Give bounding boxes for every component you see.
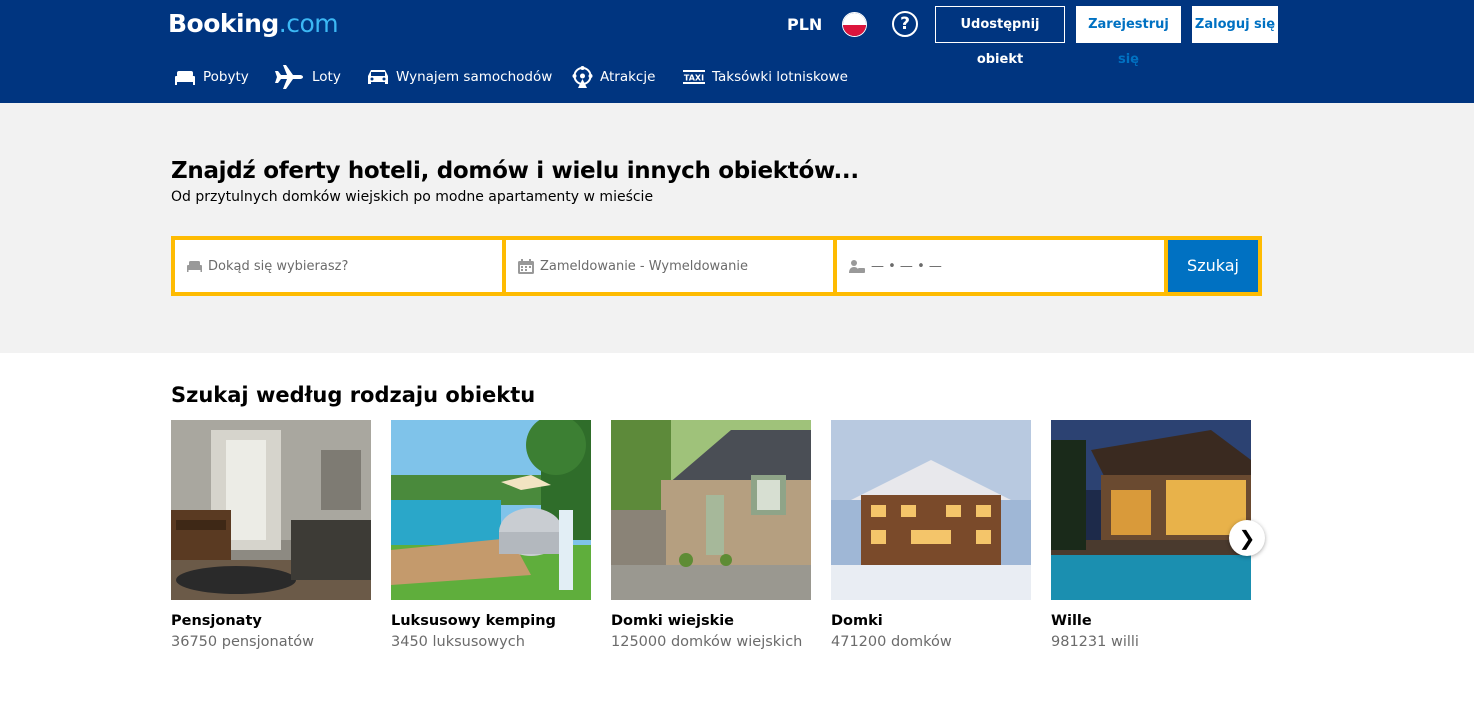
destination-input[interactable]: Dokąd się wybierasz? <box>175 240 502 292</box>
taxi-icon: TAXI <box>683 70 705 84</box>
property-name: Luksusowy kemping <box>391 613 556 629</box>
car-icon <box>368 70 388 84</box>
property-name: Domki <box>831 613 883 629</box>
property-card-glamping[interactable]: Luksusowy kemping 3450 luksusowych <box>391 420 591 652</box>
property-card-cottages[interactable]: Domki wiejskie 125000 domków wiejskich <box>611 420 811 652</box>
search-bar: Dokąd się wybierasz? Zameldowanie - Wyme… <box>171 236 1262 296</box>
property-name: Domki wiejskie <box>611 613 735 629</box>
calendar-icon <box>518 258 534 274</box>
nav-label: Atrakcje <box>600 69 656 85</box>
dates-placeholder: Zameldowanie - Wymeldowanie <box>540 258 748 274</box>
currency-selector[interactable]: PLN <box>787 14 822 36</box>
guests-placeholder: — • — • — <box>871 258 942 274</box>
hero-title: Znajdź oferty hoteli, domów i wielu inny… <box>171 158 859 184</box>
hero-subtitle: Od przytulnych domków wiejskich po modne… <box>171 189 654 205</box>
question-circle-icon[interactable]: ? <box>892 11 918 37</box>
nav-item-stays[interactable]: Pobyty <box>174 64 249 90</box>
property-count: 125000 domków wiejskich <box>611 634 803 650</box>
property-card-chalets[interactable]: Domki 471200 domków <box>831 420 1031 652</box>
nav-label: Loty <box>312 69 341 85</box>
hero-section <box>0 103 1474 353</box>
guests-input[interactable]: — • — • — <box>837 240 1164 292</box>
register-button[interactable]: Zarejestruj się <box>1076 6 1181 67</box>
property-count: 981231 willi <box>1051 634 1139 650</box>
booking-logo[interactable]: Booking.com <box>168 9 339 39</box>
property-name: Pensjonaty <box>171 613 262 629</box>
property-name: Wille <box>1051 613 1092 629</box>
person-icon <box>849 260 865 273</box>
property-image <box>391 420 591 600</box>
attractions-icon <box>572 66 593 88</box>
bed-icon <box>175 71 195 85</box>
plane-icon <box>275 65 303 89</box>
nav-item-flights[interactable]: Loty <box>275 64 341 90</box>
nav-label: Wynajem samochodów <box>396 69 553 85</box>
list-property-button[interactable]: Udostępnij obiekt <box>935 6 1065 67</box>
property-image <box>171 420 371 600</box>
nav-label: Pobyty <box>203 69 249 85</box>
property-count: 3450 luksusowych <box>391 634 525 650</box>
property-image <box>1051 420 1251 600</box>
top-header: Booking.com PLN ? Udostępnij obiekt Zare… <box>0 0 1474 103</box>
property-count: 471200 domków <box>831 634 952 650</box>
property-count: 36750 pensjonatów <box>171 634 314 650</box>
logo-tld: .com <box>278 9 339 38</box>
dates-input[interactable]: Zameldowanie - Wymeldowanie <box>506 240 833 292</box>
destination-placeholder: Dokąd się wybierasz? <box>208 258 349 274</box>
property-card-guesthouses[interactable]: Pensjonaty 36750 pensjonatów <box>171 420 371 652</box>
nav-item-car-rental[interactable]: Wynajem samochodów <box>367 64 552 90</box>
property-image <box>611 420 811 600</box>
search-button[interactable]: Szukaj <box>1168 240 1258 292</box>
carousel-next-arrow-icon[interactable]: ❯ <box>1229 520 1265 556</box>
property-types-title: Szukaj według rodzaju obiektu <box>171 383 536 407</box>
language-flag-icon[interactable] <box>842 12 867 37</box>
nav-item-attractions[interactable]: Atrakcje <box>572 64 655 90</box>
property-image <box>831 420 1031 600</box>
property-card-villas[interactable]: Wille 981231 willi <box>1051 420 1251 652</box>
logo-text: Booking <box>168 9 279 38</box>
bed-icon <box>187 261 202 272</box>
login-button[interactable]: Zaloguj się <box>1192 6 1278 43</box>
nav-item-airport-taxis[interactable]: TAXI Taksówki lotniskowe <box>683 64 848 90</box>
nav-label: Taksówki lotniskowe <box>712 69 848 85</box>
svg-text:TAXI: TAXI <box>684 74 704 83</box>
